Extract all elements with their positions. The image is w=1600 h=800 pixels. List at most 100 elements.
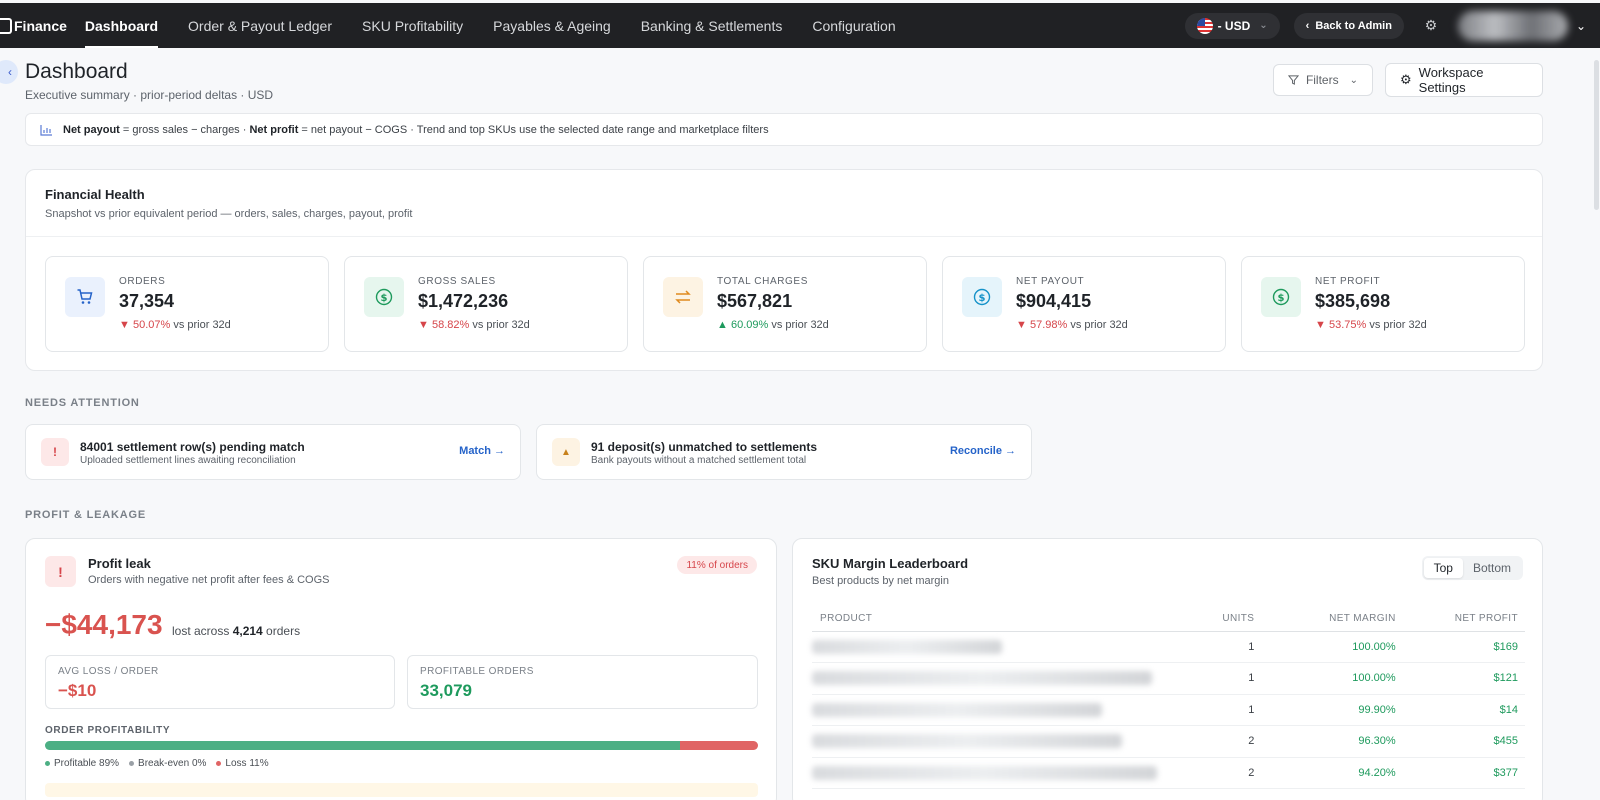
bar-chart-icon bbox=[40, 124, 52, 136]
kpi-label: TOTAL CHARGES bbox=[717, 276, 808, 287]
kpi-value: $1,472,236 bbox=[418, 291, 509, 311]
product-name-blurred bbox=[812, 725, 1196, 758]
financial-health-card: Financial Health Snapshot vs prior equiv… bbox=[25, 169, 1543, 371]
workspace-settings-button[interactable]: ⚙ Workspace Settings bbox=[1385, 63, 1543, 97]
col-product[interactable]: PRODUCT bbox=[812, 607, 1196, 632]
toggle-bottom[interactable]: Bottom bbox=[1463, 558, 1521, 578]
chevron-down-icon: ⌄ bbox=[1259, 20, 1268, 31]
table-row[interactable]: 1 100.00% $169 bbox=[812, 631, 1525, 663]
profit-cell: $455 bbox=[1395, 725, 1525, 758]
margin-cell: 100.00% bbox=[1254, 631, 1396, 663]
swap-icon bbox=[663, 277, 703, 317]
back-to-admin-button[interactable]: ‹ Back to Admin bbox=[1293, 12, 1404, 39]
workspace-settings-label: Workspace Settings bbox=[1418, 65, 1484, 95]
formula-info-bar: Net payout = gross sales − charges · Net… bbox=[25, 113, 1543, 146]
page-scrollbar[interactable] bbox=[1594, 60, 1599, 210]
profit-leakage-label: PROFIT & LEAKAGE bbox=[25, 509, 146, 521]
kpi-delta: ▼ 57.98% vs prior 32d bbox=[1016, 319, 1128, 331]
kpi-label: ORDERS bbox=[119, 276, 166, 287]
brand[interactable]: Finance bbox=[0, 17, 67, 34]
table-header-row: PRODUCT UNITS NET MARGIN NET PROFIT bbox=[812, 607, 1525, 632]
dollar-icon: $ bbox=[364, 277, 404, 317]
nav-item-order-payout-ledger[interactable]: Order & Payout Ledger bbox=[188, 3, 332, 48]
sku-margin-leaderboard-card: SKU Margin Leaderboard Best products by … bbox=[792, 538, 1543, 800]
nav-item-dashboard[interactable]: Dashboard bbox=[84, 3, 159, 48]
kpi-total-charges[interactable]: TOTAL CHARGES $567,821 ▲ 60.09% vs prior… bbox=[643, 256, 927, 352]
orders-percent-badge: 11% of orders bbox=[677, 556, 757, 574]
user-menu[interactable] bbox=[1457, 10, 1568, 41]
needs-attention-label: NEEDS ATTENTION bbox=[25, 397, 140, 409]
profit-leak-title: Profit leak bbox=[88, 556, 151, 571]
table-row[interactable]: 1 99.90% $14 bbox=[812, 694, 1525, 726]
divider bbox=[26, 236, 1542, 237]
margin-cell: 100.00% bbox=[1254, 662, 1396, 695]
top-bottom-toggle: Top Bottom bbox=[1421, 556, 1523, 580]
col-net-margin[interactable]: NET MARGIN bbox=[1254, 607, 1396, 632]
chevron-down-icon: ⌄ bbox=[1349, 74, 1358, 86]
units-cell: 1 bbox=[1195, 662, 1255, 695]
profit-cell: $169 bbox=[1395, 631, 1525, 663]
warning-icon: ▲ bbox=[552, 438, 580, 466]
currency-label: - USD bbox=[1217, 18, 1251, 33]
reconcile-link[interactable]: Reconcile → bbox=[950, 445, 1016, 457]
avg-loss-value: −$10 bbox=[58, 681, 97, 700]
units-cell: 2 bbox=[1195, 725, 1255, 758]
nav-item-banking-settlements[interactable]: Banking & Settlements bbox=[641, 3, 783, 48]
profit-cell: $121 bbox=[1395, 662, 1525, 695]
gear-icon[interactable]: ⚙ bbox=[1418, 13, 1444, 39]
match-link[interactable]: Match → bbox=[459, 445, 505, 457]
units-cell: 1 bbox=[1195, 631, 1255, 663]
brand-icon bbox=[0, 17, 12, 34]
loss-segment bbox=[679, 741, 758, 750]
user-chevron-down-icon[interactable]: ⌄ bbox=[1576, 19, 1586, 33]
nav-item-payables-ageing[interactable]: Payables & Ageing bbox=[493, 3, 611, 48]
alert-icon: ! bbox=[45, 556, 76, 587]
attention-title: 84001 settlement row(s) pending match bbox=[80, 440, 305, 454]
dollar-icon: $ bbox=[962, 277, 1002, 317]
product-name-blurred bbox=[812, 694, 1196, 726]
toggle-top[interactable]: Top bbox=[1423, 558, 1463, 578]
kpi-net-payout[interactable]: $ NET PAYOUT $904,415 ▼ 57.98% vs prior … bbox=[942, 256, 1226, 352]
kpi-value: 37,354 bbox=[119, 291, 175, 311]
kpi-label: NET PROFIT bbox=[1315, 276, 1381, 287]
nav-right: - USD ⌄ ‹ Back to Admin ⚙ ⌄ bbox=[1184, 3, 1586, 48]
profitable-orders-label: PROFITABLE ORDERS bbox=[420, 666, 534, 677]
col-net-profit[interactable]: NET PROFIT bbox=[1395, 607, 1525, 632]
table-row[interactable]: 1 100.00% $121 bbox=[812, 662, 1525, 695]
table-row[interactable]: 2 94.20% $377 bbox=[812, 757, 1525, 789]
attention-title: 91 deposit(s) unmatched to settlements bbox=[591, 440, 818, 454]
profitable-orders-box: PROFITABLE ORDERS 33,079 bbox=[407, 655, 758, 709]
table-row[interactable]: 2 96.30% $455 bbox=[812, 725, 1525, 758]
total-loss-value: −$44,173 bbox=[45, 609, 163, 640]
svg-text:$: $ bbox=[381, 293, 388, 304]
legend-breakeven: Break-even 0% bbox=[129, 758, 206, 769]
product-name-blurred bbox=[812, 631, 1196, 663]
dollar-icon: $ bbox=[1261, 277, 1301, 317]
kpi-gross-sales[interactable]: $ GROSS SALES $1,472,236 ▼ 58.82% vs pri… bbox=[344, 256, 628, 352]
filters-button[interactable]: Filters ⌄ bbox=[1273, 64, 1373, 96]
attention-settlement-pending: ! 84001 settlement row(s) pending match … bbox=[25, 424, 521, 480]
profitable-orders-value: 33,079 bbox=[420, 681, 472, 700]
col-units[interactable]: UNITS bbox=[1195, 607, 1255, 632]
kpi-label: NET PAYOUT bbox=[1016, 276, 1085, 287]
avg-loss-label: AVG LOSS / ORDER bbox=[58, 666, 159, 677]
kpi-delta: ▼ 58.82% vs prior 32d bbox=[418, 319, 530, 331]
kpi-orders[interactable]: ORDERS 37,354 ▼ 50.07% vs prior 32d bbox=[45, 256, 329, 352]
sku-leaderboard-subtitle: Best products by net margin bbox=[812, 575, 949, 587]
nav-item-sku-profitability[interactable]: SKU Profitability bbox=[362, 3, 463, 48]
profit-cell: $14 bbox=[1395, 694, 1525, 726]
order-profitability-label: ORDER PROFITABILITY bbox=[45, 725, 171, 736]
top-nav: Finance Dashboard Order & Payout Ledger … bbox=[0, 3, 1600, 48]
up-arrow-icon: ▲ bbox=[717, 319, 728, 331]
attention-deposits-unmatched: ▲ 91 deposit(s) unmatched to settlements… bbox=[536, 424, 1032, 480]
page-title: Dashboard bbox=[25, 60, 128, 83]
profitable-segment bbox=[45, 741, 680, 750]
nav-item-configuration[interactable]: Configuration bbox=[812, 3, 895, 48]
profit-leak-card: ! Profit leak Orders with negative net p… bbox=[25, 538, 777, 800]
profit-cell: $377 bbox=[1395, 757, 1525, 789]
currency-selector[interactable]: - USD ⌄ bbox=[1184, 12, 1280, 39]
kpi-value: $385,698 bbox=[1315, 291, 1391, 311]
kpi-net-profit[interactable]: $ NET PROFIT $385,698 ▼ 53.75% vs prior … bbox=[1241, 256, 1525, 352]
sidebar-collapse-button[interactable]: ‹ bbox=[0, 60, 18, 84]
sku-table: PRODUCT UNITS NET MARGIN NET PROFIT 1 10… bbox=[812, 607, 1525, 789]
